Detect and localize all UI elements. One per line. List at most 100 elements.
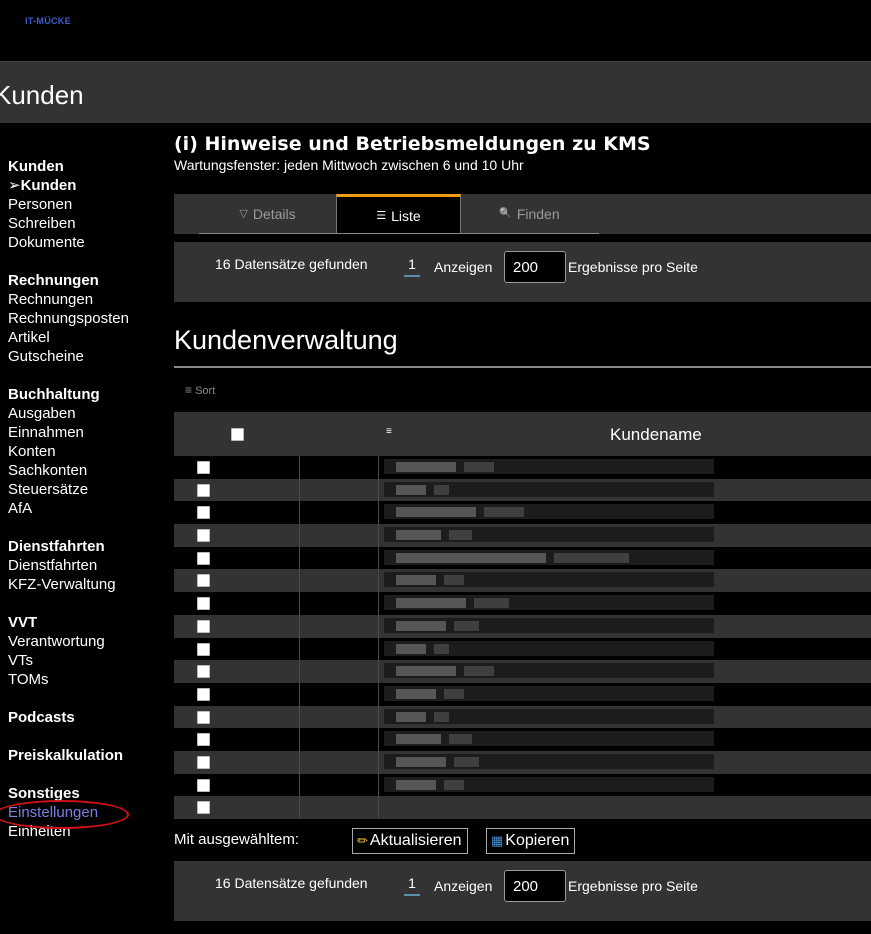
column-divider (299, 456, 300, 818)
sidebar-item[interactable]: ➢Kunden (8, 176, 168, 195)
update-button[interactable]: ✏ Aktualisieren (352, 828, 468, 854)
pager-top: 16 Datensätze gefunden 1 Anzeigen Ergebn… (174, 242, 871, 302)
tab-label: Finden (516, 205, 560, 222)
table-row[interactable] (174, 592, 871, 615)
row-checkbox[interactable] (197, 619, 210, 633)
sidebar-section-header: Sonstiges (8, 785, 80, 802)
tab-label: Details (252, 205, 296, 222)
show-label: Anzeigen (434, 878, 493, 894)
table-row[interactable] (174, 456, 871, 479)
table-header: ≡ Kundename (174, 412, 871, 456)
sidebar-section-header[interactable]: Preiskalkulation (8, 746, 168, 765)
per-page-input[interactable] (504, 870, 566, 902)
sidebar-item[interactable]: Gutscheine (8, 347, 168, 366)
row-checkbox[interactable] (197, 687, 210, 701)
sidebar-item[interactable]: VTs (8, 651, 168, 670)
pager-bottom: 16 Datensätze gefunden 1 Anzeigen Ergebn… (174, 861, 871, 921)
tab-label: Liste (391, 207, 421, 224)
row-checkbox[interactable] (197, 506, 210, 520)
sidebar-item[interactable]: Einnahmen (8, 423, 168, 442)
row-checkbox[interactable] (197, 733, 210, 747)
table-row[interactable] (174, 773, 871, 797)
page-heading: Kundenverwaltung (174, 325, 398, 355)
row-checkbox[interactable] (197, 642, 210, 656)
redacted-customer-name (384, 572, 714, 588)
sidebar-section-header[interactable]: Podcasts (8, 708, 168, 727)
row-checkbox[interactable] (197, 483, 210, 497)
row-checkbox[interactable] (197, 551, 210, 565)
table-row[interactable] (174, 682, 871, 706)
table-row[interactable] (174, 546, 871, 570)
table-row[interactable] (174, 750, 871, 774)
redacted-customer-name (384, 617, 714, 633)
page-link[interactable]: 1 (404, 256, 420, 277)
sidebar-item[interactable]: Konten (8, 442, 168, 461)
sidebar-item[interactable]: TOMs (8, 670, 168, 689)
notice-title: (i) Hinweise und Betriebsmeldungen zu KM… (174, 133, 651, 155)
sidebar-section-header: VVT (8, 614, 38, 631)
sidebar-item[interactable]: Rechnungsposten (8, 309, 168, 328)
sidebar-item[interactable]: Rechnungen (8, 290, 168, 309)
table-row[interactable] (174, 524, 871, 547)
table-row[interactable] (174, 637, 871, 661)
sidebar-section: VVT Verantwortung VTs TOMs (8, 613, 168, 689)
table-row[interactable] (174, 614, 871, 638)
tab-liste[interactable]: ☰ Liste (336, 194, 461, 234)
column-kundename[interactable]: Kundename (610, 425, 702, 445)
notice-subtitle: Wartungsfenster: jeden Mittwoch zwischen… (174, 157, 524, 173)
table-row[interactable] (174, 796, 871, 819)
table-row[interactable] (174, 660, 871, 683)
per-page-suffix: Ergebnisse pro Seite (568, 259, 698, 275)
sidebar-item[interactable]: Dienstfahrten (8, 556, 168, 575)
tab-finden[interactable]: 🔍 Finden (460, 194, 599, 233)
title-bar: Kunden (0, 61, 871, 123)
copy-button[interactable]: ▦ Kopieren (486, 828, 576, 854)
sidebar-item[interactable]: Dokumente (8, 233, 168, 252)
table-row[interactable] (174, 478, 871, 502)
sidebar: Kunden ➢Kunden Personen Schreiben Dokumente R… (8, 157, 168, 860)
sidebar-section-header: Kunden (8, 158, 64, 175)
view-tabs: ▽ Details ☰ Liste 🔍 Finden (174, 194, 871, 234)
row-checkbox[interactable] (197, 574, 210, 588)
table-row[interactable] (174, 501, 871, 525)
sidebar-item[interactable]: Schreiben (8, 214, 168, 233)
sidebar-item[interactable]: Personen (8, 195, 168, 214)
bulk-label: Mit ausgewähltem: (174, 831, 300, 848)
copy-label: Kopieren (505, 832, 570, 849)
record-count: 16 Datensätze gefunden (215, 875, 368, 891)
sidebar-section: Preiskalkulation (8, 746, 168, 765)
sidebar-item[interactable]: Verantwortung (8, 632, 168, 651)
row-checkbox[interactable] (197, 801, 210, 815)
table-row[interactable] (174, 705, 871, 729)
sidebar-section: Buchhaltung Ausgaben Einnahmen Konten Sachko… (8, 385, 168, 518)
sidebar-section: Kunden ➢Kunden Personen Schreiben Dokumente (8, 157, 168, 252)
table-icon: ▦ (491, 833, 504, 848)
table-row[interactable] (174, 569, 871, 593)
sort-icon[interactable]: ≡ (386, 426, 392, 437)
sidebar-item[interactable]: KFZ-Verwaltung (8, 575, 168, 594)
logo[interactable]: IT-MÜCKE (25, 16, 71, 26)
redacted-customer-name (384, 731, 714, 747)
per-page-input[interactable] (504, 251, 566, 283)
sidebar-item[interactable]: Steuersätze (8, 480, 168, 499)
tab-details[interactable]: ▽ Details (199, 194, 336, 233)
page-link[interactable]: 1 (404, 875, 420, 896)
row-checkbox[interactable] (197, 755, 210, 769)
sidebar-item[interactable]: Ausgaben (8, 404, 168, 423)
per-page-suffix: Ergebnisse pro Seite (568, 878, 698, 894)
row-checkbox[interactable] (197, 710, 210, 724)
row-checkbox[interactable] (197, 665, 210, 679)
table-row[interactable] (174, 728, 871, 751)
sidebar-section: Podcasts (8, 708, 168, 727)
sidebar-item[interactable]: Sachkonten (8, 461, 168, 480)
sidebar-item[interactable]: AfA (8, 499, 168, 518)
row-checkbox[interactable] (197, 778, 210, 792)
table-body (174, 456, 871, 819)
sidebar-item[interactable]: Artikel (8, 328, 168, 347)
row-checkbox[interactable] (197, 597, 210, 611)
sort-button[interactable]: ≡ Sort (185, 383, 215, 397)
redacted-customer-name (384, 640, 714, 656)
row-checkbox[interactable] (197, 461, 210, 474)
select-all-checkbox[interactable] (231, 428, 244, 441)
row-checkbox[interactable] (197, 529, 210, 543)
